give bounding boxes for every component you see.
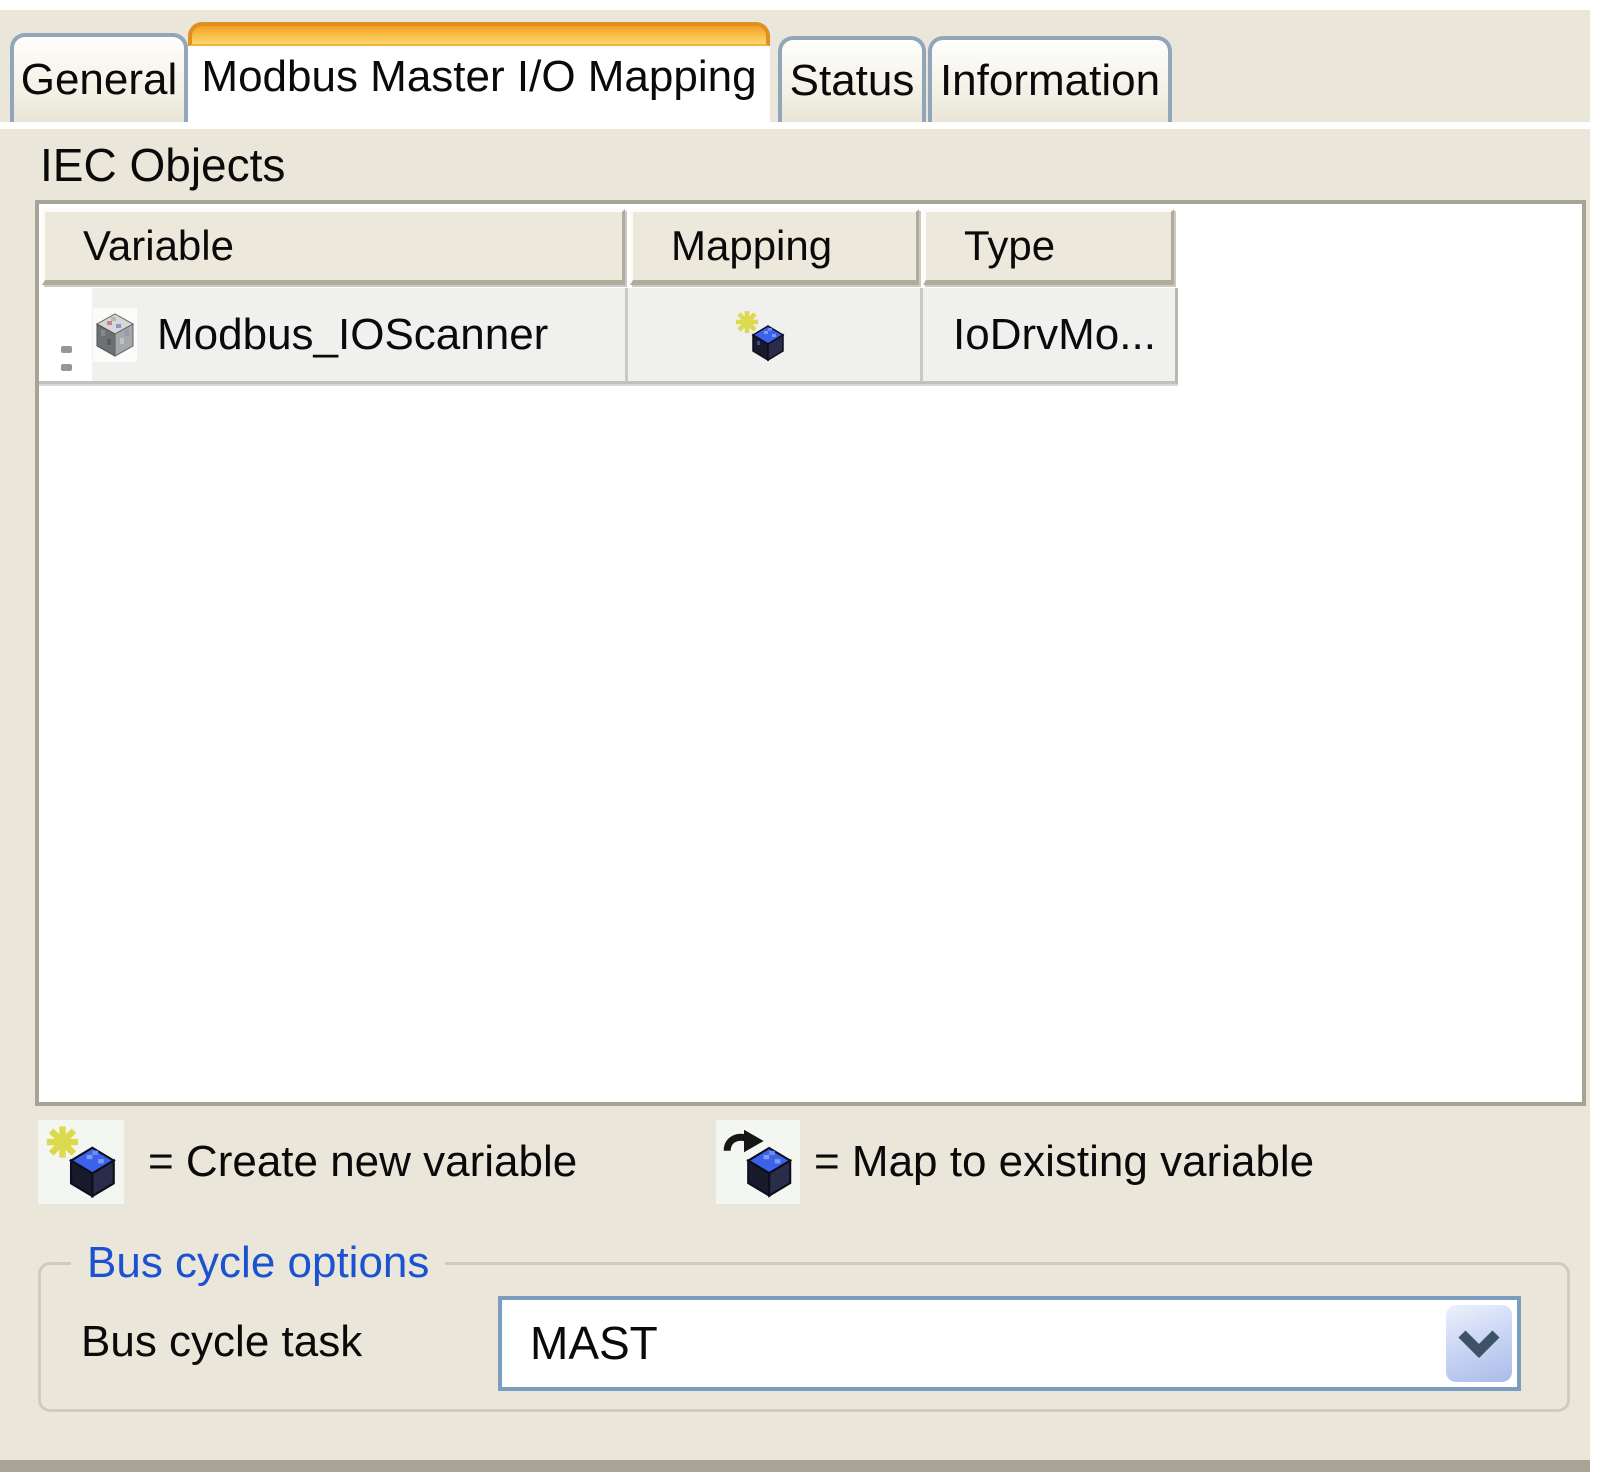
column-header-mapping-label: Mapping: [671, 222, 833, 269]
tab-divider: [0, 122, 1590, 129]
tab-information-label: Information: [939, 56, 1161, 105]
bus-cycle-task-select[interactable]: MAST: [498, 1296, 1521, 1391]
chevron-down-icon: [1456, 1329, 1502, 1358]
create-new-variable-icon: [735, 310, 785, 362]
tab-general[interactable]: General: [10, 33, 188, 122]
column-header-variable-label: Variable: [83, 222, 234, 269]
bus-cycle-task-label: Bus cycle task: [81, 1317, 363, 1366]
legend-map-existing-label: = Map to existing variable: [814, 1137, 1315, 1186]
variable-name: Modbus_IOScanner: [157, 310, 549, 359]
tab-modbus-master-io-mapping[interactable]: Modbus Master I/O Mapping: [188, 22, 770, 122]
tab-status[interactable]: Status: [778, 36, 926, 122]
bus-cycle-options-group: Bus cycle options Bus cycle task MAST: [38, 1235, 1570, 1412]
device-editor-screen: General Modbus Master I/O Mapping Status…: [0, 0, 1598, 1472]
iec-objects-table: Variable Mapping Type Modbus_IOScanner I…: [35, 200, 1586, 1106]
cell-separator: [920, 288, 923, 381]
column-header-type[interactable]: Type: [923, 209, 1174, 285]
tab-status-label: Status: [789, 56, 915, 105]
cell-separator: [625, 288, 628, 381]
tab-modbus-master-io-mapping-label: Modbus Master I/O Mapping: [201, 52, 757, 101]
active-tab-accent-bar: [188, 22, 770, 46]
dropdown-button[interactable]: [1446, 1305, 1512, 1382]
column-header-mapping[interactable]: Mapping: [630, 209, 919, 285]
tree-branch-lines: [61, 340, 95, 371]
column-header-variable[interactable]: Variable: [42, 209, 625, 285]
tab-general-label: General: [20, 54, 178, 104]
window-bottom-edge: [0, 1460, 1590, 1472]
map-existing-variable-icon: [716, 1120, 800, 1204]
tab-information[interactable]: Information: [928, 36, 1172, 122]
modbus-master-io-mapping-panel: General Modbus Master I/O Mapping Status…: [0, 10, 1590, 1460]
device-cube-icon: [93, 308, 137, 362]
bus-cycle-task-value: MAST: [530, 1317, 658, 1369]
table-row-modbus-ioscanner[interactable]: Modbus_IOScanner IoDrvMo...: [39, 288, 1178, 384]
create-new-variable-icon: [38, 1120, 124, 1204]
section-title-iec-objects: IEC Objects: [40, 139, 286, 191]
column-header-type-label: Type: [964, 222, 1056, 269]
legend-create-new-label: = Create new variable: [148, 1137, 578, 1186]
type-value: IoDrvMo...: [953, 310, 1156, 359]
bus-cycle-options-title: Bus cycle options: [71, 1235, 446, 1291]
